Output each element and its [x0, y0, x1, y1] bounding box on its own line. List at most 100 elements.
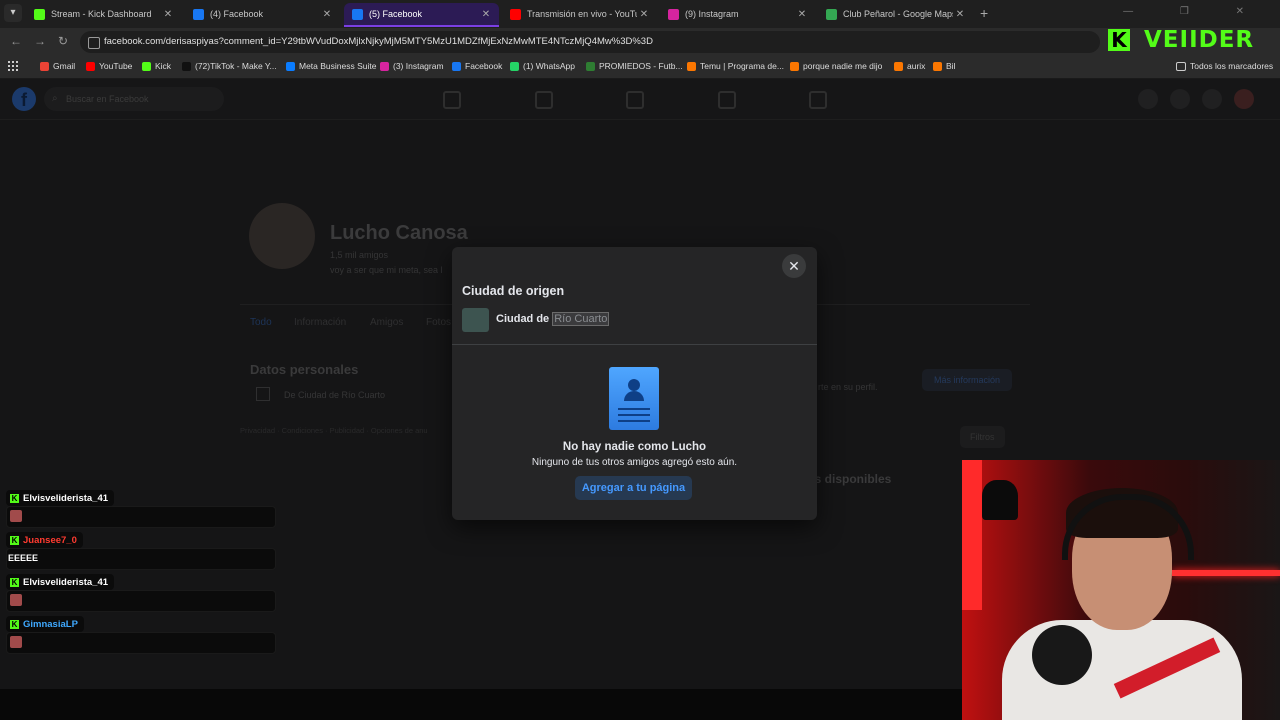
tab-todo[interactable]: Todo — [250, 317, 272, 328]
bookmark-item[interactable]: (1) WhatsApp — [510, 61, 575, 71]
address-bar[interactable]: facebook.com/derisaspiyas?comment_id=Y29… — [80, 31, 1100, 53]
ads-megaphone-icon[interactable] — [718, 91, 736, 109]
bookmark-item[interactable]: Bil — [933, 61, 955, 71]
browser-tab[interactable]: Stream - Kick Dashboard ✕ — [26, 3, 181, 25]
chat-username-badge: K Juansee7_0 — [6, 532, 83, 548]
bookmark-item[interactable]: aurix — [894, 61, 925, 71]
filters-button[interactable]: Filtros — [960, 426, 1005, 448]
window-controls[interactable]: — ❐ ✕ — [1123, 6, 1266, 17]
apps-grid-icon[interactable] — [8, 61, 18, 71]
kick-badge-icon: K — [10, 619, 19, 629]
messenger-icon[interactable] — [1170, 89, 1190, 109]
browser-tab[interactable]: Transmisión en vivo - YouTube✕ — [502, 3, 657, 25]
tab-fotos[interactable]: Fotos — [426, 317, 451, 328]
chat-text: EEEEE — [8, 553, 39, 563]
bookmark-item[interactable]: Temu | Programa de... — [687, 61, 784, 71]
add-to-page-button[interactable]: Agregar a tu página — [575, 476, 692, 500]
bookmark-item[interactable]: PROMIEDOS - Futb... — [586, 61, 683, 71]
bookmark-item[interactable]: Gmail — [40, 61, 75, 71]
chat-message: K Elvisveliderista_41 — [6, 490, 276, 532]
menu-grid-icon[interactable] — [1138, 89, 1158, 109]
hometown-row: De Ciudad de Río Cuarto — [284, 390, 386, 400]
url-text: facebook.com/derisaspiyas?comment_id=Y29… — [104, 36, 653, 47]
back-button[interactable]: ← — [10, 34, 22, 48]
notifications-bell-icon[interactable] — [1202, 89, 1222, 109]
bookmark-label: Temu | Programa de... — [700, 61, 784, 71]
bookmark-item[interactable]: Facebook — [452, 61, 502, 71]
tab-favicon-icon — [826, 8, 837, 20]
facebook-search-input[interactable]: ⌕ Buscar en Facebook — [44, 87, 224, 111]
bookmark-label: PROMIEDOS - Futb... — [599, 61, 683, 71]
facebook-topbar: f ⌕ Buscar en Facebook — [0, 79, 1280, 120]
profile-name: Lucho Canosa — [330, 222, 468, 244]
account-avatar[interactable] — [1234, 89, 1254, 109]
tab-search-menu-button[interactable]: ▾ — [4, 4, 22, 22]
tab-favicon-icon — [668, 8, 679, 20]
browser-tab[interactable]: (5) Facebook ✕ — [344, 3, 499, 27]
chat-message-body — [6, 506, 276, 528]
bookmark-favicon-icon — [142, 61, 151, 71]
city-icon — [462, 308, 489, 332]
facebook-logo-icon[interactable]: f — [12, 87, 36, 111]
browser-tab[interactable]: (4) Facebook ✕ — [185, 3, 340, 25]
kick-badge-icon: K — [10, 535, 19, 545]
bookmark-favicon-icon — [86, 61, 95, 71]
home-icon[interactable] — [443, 91, 461, 109]
tab-close-icon[interactable]: ✕ — [161, 9, 175, 20]
tab-close-icon[interactable]: ✕ — [795, 9, 809, 20]
personal-data-title: Datos personales — [250, 362, 359, 377]
footer-links[interactable]: Privacidad · Condiciones · Publicidad · … — [240, 426, 428, 435]
tab-amigos[interactable]: Amigos — [370, 317, 403, 328]
chat-username-badge: K GimnasiaLP — [6, 616, 84, 632]
chat-message-body — [6, 590, 276, 612]
bookmark-favicon-icon — [687, 61, 696, 71]
tab-close-icon[interactable]: ✕ — [320, 9, 334, 20]
bookmark-favicon-icon — [933, 61, 942, 71]
search-icon: ⌕ — [52, 93, 58, 104]
city-link[interactable]: Río Cuarto — [552, 312, 610, 326]
bookmark-favicon-icon — [380, 61, 389, 71]
bookmark-item[interactable]: (3) Instagram — [380, 61, 444, 71]
events-calendar-icon[interactable] — [809, 91, 827, 109]
browser-tab[interactable]: (9) Instagram ✕ — [660, 3, 815, 25]
close-icon[interactable]: ✕ — [782, 254, 806, 278]
bookmark-item[interactable]: Kick — [142, 61, 171, 71]
microphone-icon — [1032, 625, 1092, 685]
flag-pages-icon[interactable] — [535, 91, 553, 109]
bookmark-label: porque nadie me dijo — [803, 61, 883, 71]
profile-friends-count[interactable]: 1,5 mil amigos — [330, 250, 388, 260]
bookmark-item[interactable]: porque nadie me dijo — [790, 61, 882, 71]
tab-informacion[interactable]: Información — [294, 317, 346, 328]
chat-username: GimnasiaLP — [23, 618, 78, 630]
tab-close-icon[interactable]: ✕ — [479, 9, 493, 20]
tab-close-icon[interactable]: ✕ — [637, 9, 651, 20]
home-row-icon — [256, 387, 270, 401]
site-info-icon[interactable] — [88, 37, 100, 49]
bookmark-favicon-icon — [510, 61, 519, 71]
forward-button[interactable]: → — [34, 34, 46, 48]
dialog-title: Ciudad de origen — [462, 284, 565, 298]
shelf-hat — [982, 480, 1018, 520]
bookmark-label: Bil — [946, 61, 956, 71]
tab-title: Transmisión en vivo - YouTube — [527, 9, 637, 19]
featured-hint-text: rte en su perfil. — [818, 382, 878, 392]
marketplace-icon[interactable] — [626, 91, 644, 109]
hometown-dialog: ✕ Ciudad de origen Ciudad de Río Cuarto … — [452, 247, 817, 520]
bookmark-item[interactable]: (72)TikTok - Make Y... — [182, 61, 277, 71]
bookmark-item[interactable]: YouTube — [86, 61, 132, 71]
profile-photo[interactable] — [249, 203, 315, 269]
bookmark-item[interactable]: Meta Business Suite — [286, 61, 376, 71]
more-info-button[interactable]: Más información — [922, 369, 1013, 391]
emote-icon — [10, 510, 22, 522]
tab-close-icon[interactable]: ✕ — [953, 9, 967, 20]
bookmark-label: Facebook — [465, 61, 503, 71]
browser-tab[interactable]: Club Peñarol - Google Maps ✕ — [818, 3, 973, 25]
bookmark-label: (3) Instagram — [393, 61, 444, 71]
all-bookmarks-folder[interactable]: Todos los marcadores — [1176, 61, 1273, 71]
tab-title: Club Peñarol - Google Maps — [843, 9, 953, 19]
hometown-text: Ciudad de Río Cuarto — [496, 312, 610, 326]
bookmark-favicon-icon — [452, 61, 461, 71]
chat-message-body: EEEEE — [6, 548, 276, 570]
new-tab-button[interactable]: + — [980, 5, 988, 21]
reload-button[interactable]: ↻ — [58, 34, 68, 48]
